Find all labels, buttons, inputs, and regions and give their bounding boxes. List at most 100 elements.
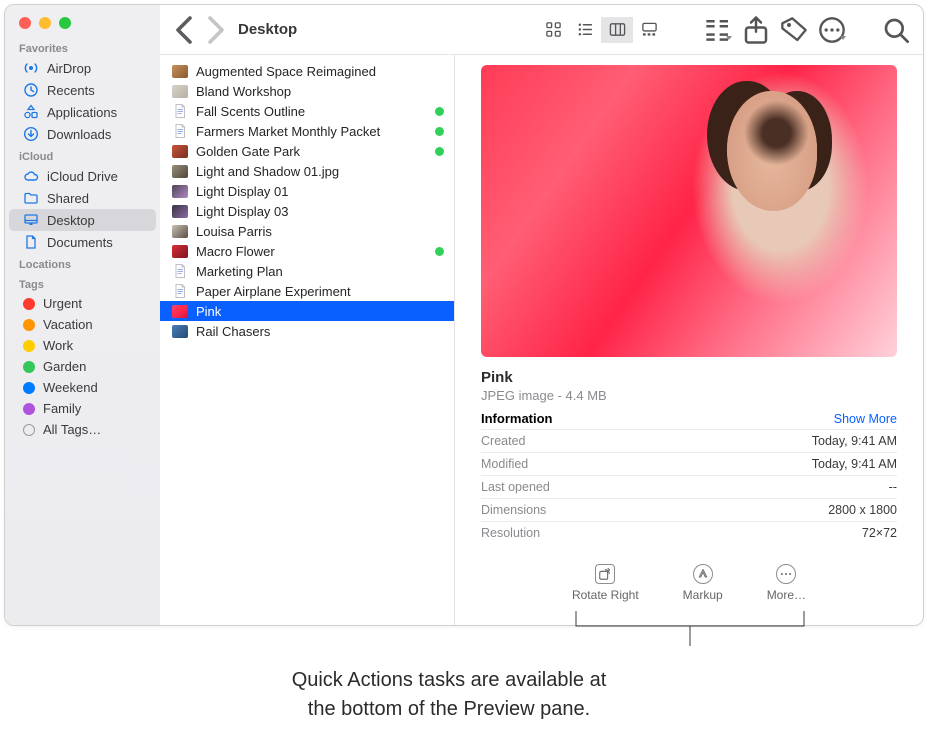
quick-action-rotate[interactable]: Rotate Right (572, 564, 639, 602)
minimize-button[interactable] (39, 17, 51, 29)
info-row: Dimensions 2800 x 1800 (481, 498, 897, 521)
sidebar-item-label: Garden (43, 359, 86, 374)
markup-icon (693, 564, 713, 584)
file-row[interactable]: Rail Chasers (160, 321, 454, 341)
file-name: Golden Gate Park (196, 144, 423, 159)
group-by-button[interactable] (703, 17, 733, 43)
sidebar-item-label: iCloud Drive (47, 169, 118, 184)
file-name: Macro Flower (196, 244, 423, 259)
file-name: Louisa Parris (196, 224, 444, 239)
file-row[interactable]: Light Display 01 (160, 181, 454, 201)
file-row[interactable]: Paper Airplane Experiment (160, 281, 454, 301)
gallery-view-button[interactable] (633, 17, 665, 43)
action-button[interactable] (817, 17, 847, 43)
doc-icon (23, 234, 39, 250)
quick-action-more[interactable]: More… (767, 564, 806, 602)
sidebar-item[interactable]: Vacation (9, 314, 156, 335)
quick-action-markup[interactable]: Markup (683, 564, 723, 602)
tag-indicator-icon (435, 147, 444, 156)
back-button[interactable] (172, 17, 196, 43)
sidebar-item[interactable]: Urgent (9, 293, 156, 314)
caption-line-1: Quick Actions tasks are available at (292, 669, 607, 691)
file-row[interactable]: Macro Flower (160, 241, 454, 261)
info-row: Last opened-- (481, 475, 897, 498)
quick-action-label: Rotate Right (572, 588, 639, 602)
sidebar-item[interactable]: Documents (9, 231, 156, 253)
file-name: Light Display 01 (196, 184, 444, 199)
file-row[interactable]: Light and Shadow 01.jpg (160, 161, 454, 181)
info-value: 2800 x 1800 (828, 503, 897, 517)
airdrop-icon (23, 60, 39, 76)
sidebar-item[interactable]: Work (9, 335, 156, 356)
document-icon (172, 283, 188, 299)
info-label: Dimensions (481, 503, 546, 517)
file-row[interactable]: Augmented Space Reimagined (160, 61, 454, 81)
info-row: CreatedToday, 9:41 AM (481, 429, 897, 452)
sidebar-item[interactable]: Desktop (9, 209, 156, 231)
sidebar-item-label: Applications (47, 105, 117, 120)
toolbar: Desktop (160, 5, 923, 55)
sidebar-item[interactable]: All Tags… (9, 419, 156, 440)
sidebar-item[interactable]: AirDrop (9, 57, 156, 79)
image-thumb-icon (172, 63, 188, 79)
sidebar: Favorites AirDrop Recents Applications Downl… (5, 5, 160, 625)
file-name: Paper Airplane Experiment (196, 284, 444, 299)
info-label: Last opened (481, 480, 550, 494)
share-button[interactable] (741, 17, 771, 43)
close-button[interactable] (19, 17, 31, 29)
forward-button[interactable] (204, 17, 228, 43)
file-row[interactable]: Marketing Plan (160, 261, 454, 281)
column-view-button[interactable] (601, 17, 633, 43)
search-button[interactable] (881, 17, 911, 43)
sidebar-item[interactable]: Garden (9, 356, 156, 377)
image-thumb-icon (172, 203, 188, 219)
document-icon (172, 123, 188, 139)
zoom-button[interactable] (59, 17, 71, 29)
tags-button[interactable] (779, 17, 809, 43)
file-row[interactable]: Fall Scents Outline (160, 101, 454, 121)
sidebar-item[interactable]: Recents (9, 79, 156, 101)
window-controls (5, 5, 160, 37)
sidebar-item-label: Recents (47, 83, 95, 98)
sidebar-item[interactable]: Shared (9, 187, 156, 209)
icon-view-button[interactable] (537, 17, 569, 43)
sidebar-item[interactable]: Family (9, 398, 156, 419)
clock-icon (23, 82, 39, 98)
file-name: Bland Workshop (196, 84, 444, 99)
file-name: Fall Scents Outline (196, 104, 423, 119)
sidebar-heading: Favorites (5, 37, 160, 57)
file-row[interactable]: Pink (160, 301, 454, 321)
info-row: ModifiedToday, 9:41 AM (481, 452, 897, 475)
window-title: Desktop (238, 21, 297, 38)
file-row[interactable]: Bland Workshop (160, 81, 454, 101)
sidebar-item-label: Urgent (43, 296, 82, 311)
file-name: Rail Chasers (196, 324, 444, 339)
sidebar-item-label: Work (43, 338, 73, 353)
sidebar-item-label: AirDrop (47, 61, 91, 76)
document-icon (172, 103, 188, 119)
file-name: Light Display 03 (196, 204, 444, 219)
tag-dot-icon (23, 361, 35, 373)
file-list-column[interactable]: Augmented Space Reimagined Bland Workshop… (160, 55, 455, 625)
sidebar-item[interactable]: Applications (9, 101, 156, 123)
apps-icon (23, 104, 39, 120)
file-name: Light and Shadow 01.jpg (196, 164, 444, 179)
tag-dot-icon (23, 382, 35, 394)
image-thumb-icon (172, 303, 188, 319)
file-name: Augmented Space Reimagined (196, 64, 444, 79)
file-name: Farmers Market Monthly Packet (196, 124, 423, 139)
show-more-link[interactable]: Show More (834, 412, 897, 426)
file-name: Marketing Plan (196, 264, 444, 279)
sidebar-item[interactable]: Downloads (9, 123, 156, 145)
list-view-button[interactable] (569, 17, 601, 43)
info-label: Resolution (481, 526, 540, 540)
tag-dot-icon (23, 403, 35, 415)
sidebar-item[interactable]: Weekend (9, 377, 156, 398)
file-row[interactable]: Louisa Parris (160, 221, 454, 241)
sidebar-item[interactable]: iCloud Drive (9, 165, 156, 187)
file-row[interactable]: Light Display 03 (160, 201, 454, 221)
preview-image (481, 65, 897, 357)
file-row[interactable]: Farmers Market Monthly Packet (160, 121, 454, 141)
sidebar-item-label: Family (43, 401, 81, 416)
file-row[interactable]: Golden Gate Park (160, 141, 454, 161)
